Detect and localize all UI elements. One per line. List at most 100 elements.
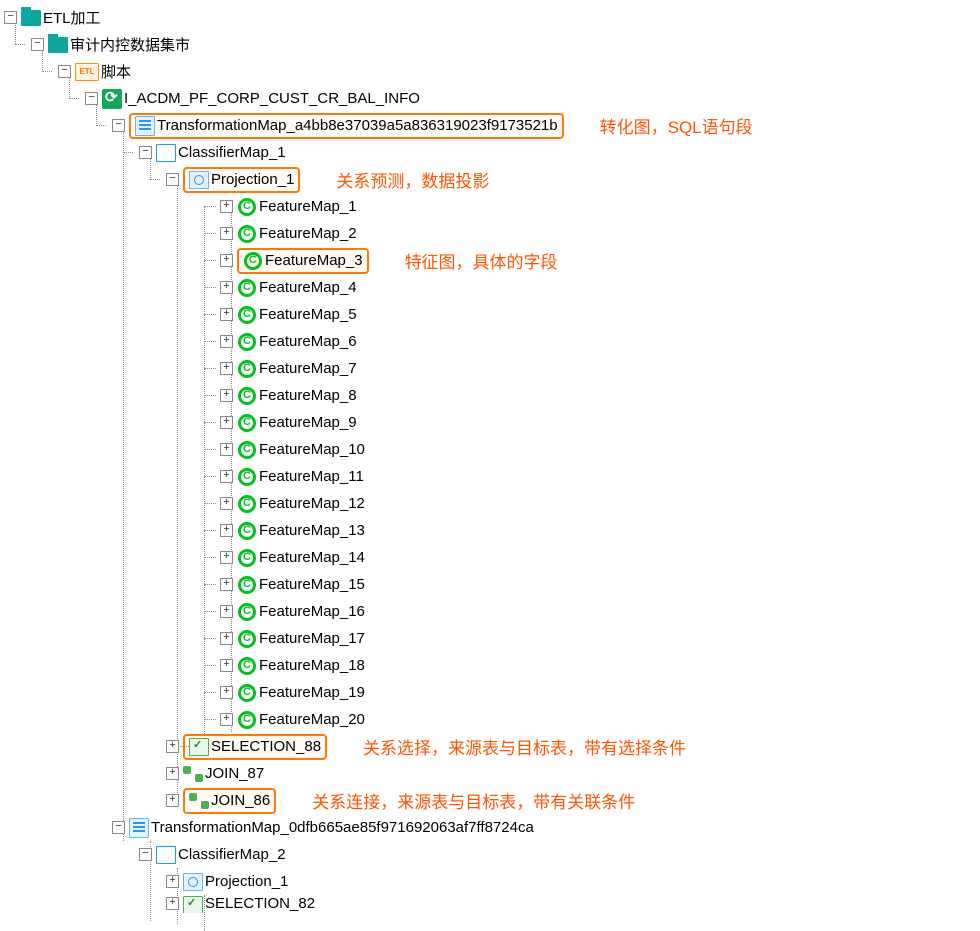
tree-item-featuremap[interactable]: FeatureMap_10: [4, 436, 976, 463]
tree-item-join-86[interactable]: JOIN_86 关系连接，来源表与目标表，带有关联条件: [4, 787, 976, 814]
tree-item-selection-82[interactable]: SELECTION_82: [4, 895, 976, 913]
node-label: FeatureMap_10: [259, 441, 365, 458]
join-icon: [183, 764, 203, 784]
tree-item-featuremap[interactable]: FeatureMap_8: [4, 382, 976, 409]
tree-item-featuremap[interactable]: FeatureMap_12: [4, 490, 976, 517]
expand-icon[interactable]: [220, 524, 233, 537]
node-label: ETL加工: [43, 7, 101, 28]
node-label: ClassifierMap_1: [178, 144, 286, 161]
expand-icon[interactable]: [220, 254, 233, 267]
expand-icon[interactable]: [220, 416, 233, 429]
collapse-icon[interactable]: [112, 119, 125, 132]
expand-icon[interactable]: [220, 713, 233, 726]
tree-item-selection-88[interactable]: SELECTION_88 关系选择，来源表与目标表，带有选择条件: [4, 733, 976, 760]
highlighted-node: FeatureMap_3: [237, 248, 369, 274]
tree-item-featuremap[interactable]: FeatureMap_11: [4, 463, 976, 490]
collapse-icon[interactable]: [4, 11, 17, 24]
collapse-icon[interactable]: [139, 848, 152, 861]
expand-icon[interactable]: [220, 497, 233, 510]
feature-icon: [237, 467, 257, 487]
feature-icon: [237, 305, 257, 325]
expand-icon[interactable]: [220, 551, 233, 564]
node-label: FeatureMap_20: [259, 711, 365, 728]
highlighted-node: JOIN_86: [183, 788, 276, 814]
annotation-text: 特征图，具体的字段: [405, 248, 558, 273]
tree-item-featuremap[interactable]: FeatureMap_13: [4, 517, 976, 544]
expand-icon[interactable]: [220, 335, 233, 348]
expand-icon[interactable]: [166, 897, 179, 910]
selection-icon: [183, 895, 203, 913]
refresh-icon: [102, 89, 122, 109]
feature-icon: [237, 359, 257, 379]
tree-item-join-87[interactable]: JOIN_87: [4, 760, 976, 787]
tree-item-job[interactable]: I_ACDM_PF_CORP_CUST_CR_BAL_INFO: [4, 85, 976, 112]
collapse-icon[interactable]: [112, 821, 125, 834]
expand-icon[interactable]: [220, 389, 233, 402]
feature-icon: [237, 386, 257, 406]
tree-item-classifiermap-1[interactable]: ClassifierMap_1: [4, 139, 976, 166]
tree-item-featuremap[interactable]: FeatureMap_20: [4, 706, 976, 733]
annotation-text: 转化图，SQL语句段: [600, 113, 753, 138]
map-icon: [129, 818, 149, 838]
tree-item-featuremap[interactable]: FeatureMap_9: [4, 409, 976, 436]
tree-item-scripts[interactable]: ETL 脚本: [4, 58, 976, 85]
collapse-icon[interactable]: [166, 173, 179, 186]
expand-icon[interactable]: [220, 227, 233, 240]
node-label: FeatureMap_9: [259, 414, 357, 431]
node-label: SELECTION_88: [211, 738, 321, 755]
expand-icon[interactable]: [166, 767, 179, 780]
tree-item-featuremap[interactable]: FeatureMap_6: [4, 328, 976, 355]
annotation-text: 关系选择，来源表与目标表，带有选择条件: [363, 734, 686, 759]
feature-icon: [237, 197, 257, 217]
expand-icon[interactable]: [220, 281, 233, 294]
tree-item-featuremap[interactable]: FeatureMap_3 特征图，具体的字段: [4, 247, 976, 274]
tree-item-featuremap[interactable]: FeatureMap_18: [4, 652, 976, 679]
collapse-icon[interactable]: [139, 146, 152, 159]
tree-item-featuremap[interactable]: FeatureMap_19: [4, 679, 976, 706]
tree-item-featuremap[interactable]: FeatureMap_15: [4, 571, 976, 598]
tree-item-featuremap[interactable]: FeatureMap_4: [4, 274, 976, 301]
expand-icon[interactable]: [220, 200, 233, 213]
tree-item-projection-1[interactable]: Projection_1 关系预测，数据投影: [4, 166, 976, 193]
expand-icon[interactable]: [220, 605, 233, 618]
feature-icon: [237, 548, 257, 568]
collapse-icon[interactable]: [58, 65, 71, 78]
expand-icon[interactable]: [220, 443, 233, 456]
node-label: FeatureMap_16: [259, 603, 365, 620]
expand-icon[interactable]: [220, 686, 233, 699]
tree-item-featuremap[interactable]: FeatureMap_5: [4, 301, 976, 328]
expand-icon[interactable]: [220, 659, 233, 672]
tree-item-featuremap[interactable]: FeatureMap_16: [4, 598, 976, 625]
tree-item-featuremap[interactable]: FeatureMap_1: [4, 193, 976, 220]
expand-icon[interactable]: [220, 632, 233, 645]
expand-icon[interactable]: [220, 308, 233, 321]
feature-icon: [243, 251, 263, 271]
node-label: FeatureMap_13: [259, 522, 365, 539]
tree-item-featuremap[interactable]: FeatureMap_17: [4, 625, 976, 652]
expand-icon[interactable]: [220, 470, 233, 483]
expand-icon[interactable]: [166, 875, 179, 888]
node-label: FeatureMap_19: [259, 684, 365, 701]
tree-item-classifiermap-2[interactable]: ClassifierMap_2: [4, 841, 976, 868]
node-label: I_ACDM_PF_CORP_CUST_CR_BAL_INFO: [124, 90, 420, 107]
feature-icon: [237, 656, 257, 676]
tree-root: ETL加工 审计内控数据集市 ETL 脚本 I_ACDM_PF_CORP_CUS…: [4, 4, 976, 913]
feature-icon: [237, 710, 257, 730]
collapse-icon[interactable]: [85, 92, 98, 105]
tree-item-datamart[interactable]: 审计内控数据集市: [4, 31, 976, 58]
node-label: FeatureMap_1: [259, 198, 357, 215]
collapse-icon[interactable]: [31, 38, 44, 51]
expand-icon[interactable]: [220, 362, 233, 375]
tree-item-transformationmap-1[interactable]: TransformationMap_a4bb8e37039a5a83631902…: [4, 112, 976, 139]
annotation-text: 关系预测，数据投影: [336, 167, 489, 192]
expand-icon[interactable]: [166, 740, 179, 753]
tree-item-featuremap[interactable]: FeatureMap_2: [4, 220, 976, 247]
projection-icon: [183, 872, 203, 892]
expand-icon[interactable]: [220, 578, 233, 591]
tree-item-featuremap[interactable]: FeatureMap_14: [4, 544, 976, 571]
tree-item-featuremap[interactable]: FeatureMap_7: [4, 355, 976, 382]
tree-item-projection-1b[interactable]: Projection_1: [4, 868, 976, 895]
tree-item-transformationmap-2[interactable]: TransformationMap_0dfb665ae85f971692063a…: [4, 814, 976, 841]
tree-item-etl-root[interactable]: ETL加工: [4, 4, 976, 31]
expand-icon[interactable]: [166, 794, 179, 807]
